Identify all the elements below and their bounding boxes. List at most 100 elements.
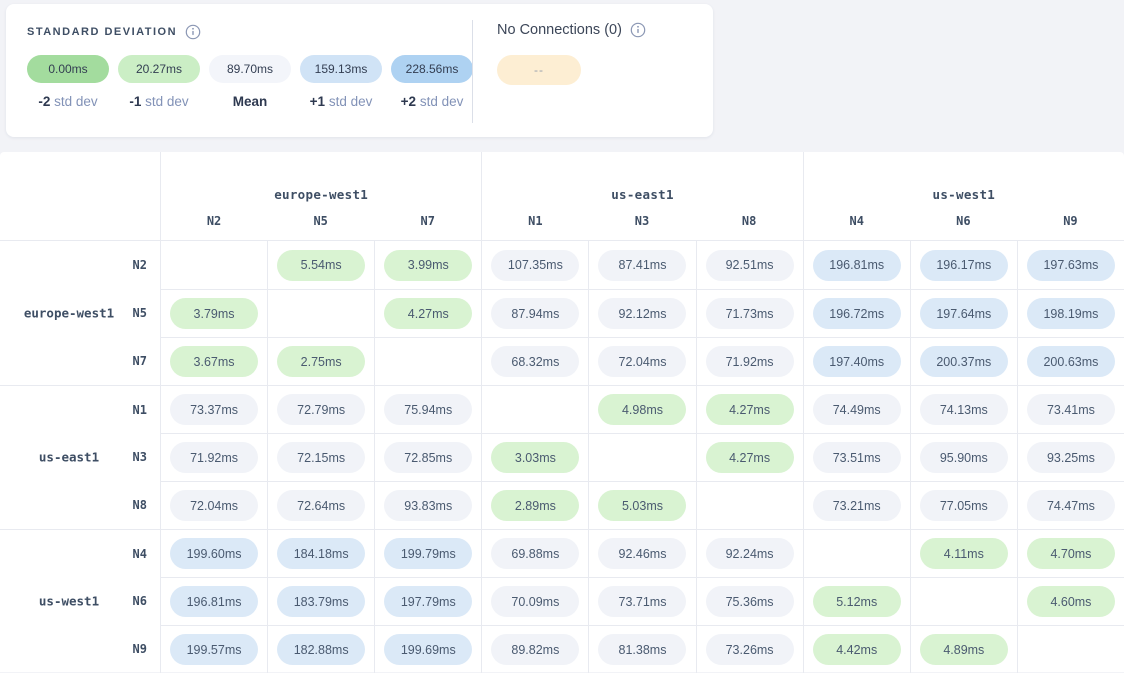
latency-pill[interactable]: 73.21ms <box>813 490 901 521</box>
latency-pill[interactable]: 72.85ms <box>384 442 472 473</box>
std-dev-label-bold: -2 <box>38 94 50 109</box>
latency-pill[interactable]: 89.82ms <box>491 634 579 665</box>
latency-pill[interactable]: 197.40ms <box>813 346 901 377</box>
latency-pill[interactable]: 74.13ms <box>920 394 1008 425</box>
latency-pill[interactable]: 4.27ms <box>706 394 794 425</box>
std-dev-pill-label: -2 std dev <box>38 94 97 109</box>
latency-pill[interactable]: 196.81ms <box>170 586 258 617</box>
latency-pill[interactable]: 200.63ms <box>1027 346 1115 377</box>
latency-pill[interactable]: 107.35ms <box>491 250 579 281</box>
latency-pill[interactable]: 92.46ms <box>598 538 686 569</box>
self-latency-cell <box>267 289 374 337</box>
latency-pill[interactable]: 2.89ms <box>491 490 579 521</box>
latency-cell: 93.83ms <box>374 481 481 529</box>
latency-pill[interactable]: 3.67ms <box>170 346 258 377</box>
latency-cell: 196.17ms <box>910 241 1017 289</box>
latency-pill[interactable]: 200.37ms <box>920 346 1008 377</box>
latency-pill[interactable]: 71.92ms <box>706 346 794 377</box>
column-node-header: N9 <box>1017 204 1124 240</box>
latency-pill[interactable]: 92.51ms <box>706 250 794 281</box>
row-node-label: N6 <box>133 594 147 608</box>
latency-cell: 4.42ms <box>803 625 910 673</box>
latency-pill[interactable]: 68.32ms <box>491 346 579 377</box>
latency-cell: 93.25ms <box>1017 433 1124 481</box>
latency-pill[interactable]: 75.36ms <box>706 586 794 617</box>
info-icon[interactable] <box>185 24 201 40</box>
latency-pill[interactable]: 196.17ms <box>920 250 1008 281</box>
latency-pill[interactable]: 74.47ms <box>1027 490 1115 521</box>
latency-pill[interactable]: 197.64ms <box>920 298 1008 329</box>
latency-pill[interactable]: 77.05ms <box>920 490 1008 521</box>
latency-cell: 92.24ms <box>696 529 803 577</box>
latency-pill[interactable]: 4.70ms <box>1027 538 1115 569</box>
latency-cell: 5.54ms <box>267 241 374 289</box>
latency-pill[interactable]: 87.41ms <box>598 250 686 281</box>
latency-pill[interactable]: 72.15ms <box>277 442 365 473</box>
latency-pill[interactable]: 4.42ms <box>813 634 901 665</box>
latency-pill[interactable]: 5.03ms <box>598 490 686 521</box>
latency-pill[interactable]: 196.81ms <box>813 250 901 281</box>
latency-pill[interactable]: 199.69ms <box>384 634 472 665</box>
latency-cell: 199.57ms <box>160 625 267 673</box>
latency-pill[interactable]: 72.64ms <box>277 490 365 521</box>
latency-pill[interactable]: 72.04ms <box>598 346 686 377</box>
latency-pill[interactable]: 71.92ms <box>170 442 258 473</box>
latency-pill[interactable]: 73.26ms <box>706 634 794 665</box>
no-connections-pill: -- <box>497 55 581 85</box>
latency-pill[interactable]: 92.12ms <box>598 298 686 329</box>
row-header-cell: N1 <box>0 385 160 433</box>
latency-pill[interactable]: 5.54ms <box>277 250 365 281</box>
latency-matrix: europe-west1N2N5N7us-east1N1N3N8us-west1… <box>0 152 1124 672</box>
latency-pill[interactable]: 197.63ms <box>1027 250 1115 281</box>
latency-pill[interactable]: 87.94ms <box>491 298 579 329</box>
latency-pill[interactable]: 2.75ms <box>277 346 365 377</box>
latency-pill[interactable]: 73.41ms <box>1027 394 1115 425</box>
latency-pill[interactable]: 199.57ms <box>170 634 258 665</box>
std-dev-legend-item: 20.27ms-1 std dev <box>118 55 200 109</box>
latency-pill[interactable]: 73.51ms <box>813 442 901 473</box>
latency-pill[interactable]: 69.88ms <box>491 538 579 569</box>
latency-pill[interactable]: 197.79ms <box>384 586 472 617</box>
latency-pill[interactable]: 93.83ms <box>384 490 472 521</box>
latency-pill[interactable]: 92.24ms <box>706 538 794 569</box>
latency-cell: 200.37ms <box>910 337 1017 385</box>
latency-pill[interactable]: 4.11ms <box>920 538 1008 569</box>
latency-pill[interactable]: 184.18ms <box>277 538 365 569</box>
latency-pill[interactable]: 4.89ms <box>920 634 1008 665</box>
latency-pill[interactable]: 73.71ms <box>598 586 686 617</box>
latency-pill[interactable]: 75.94ms <box>384 394 472 425</box>
latency-cell: 183.79ms <box>267 577 374 625</box>
latency-cell: 196.81ms <box>160 577 267 625</box>
latency-pill[interactable]: 81.38ms <box>598 634 686 665</box>
matrix-row: us-east1N371.92ms72.15ms72.85ms3.03ms4.2… <box>0 433 1124 481</box>
latency-pill[interactable]: 183.79ms <box>277 586 365 617</box>
latency-pill[interactable]: 72.04ms <box>170 490 258 521</box>
latency-pill[interactable]: 199.79ms <box>384 538 472 569</box>
latency-cell: 75.36ms <box>696 577 803 625</box>
info-icon[interactable] <box>630 22 646 38</box>
latency-pill[interactable]: 198.19ms <box>1027 298 1115 329</box>
latency-pill[interactable]: 4.27ms <box>384 298 472 329</box>
latency-pill[interactable]: 196.72ms <box>813 298 901 329</box>
latency-pill[interactable]: 3.03ms <box>491 442 579 473</box>
latency-pill[interactable]: 182.88ms <box>277 634 365 665</box>
std-dev-pill: 20.27ms <box>118 55 200 83</box>
latency-pill[interactable]: 3.99ms <box>384 250 472 281</box>
row-node-label: N8 <box>133 498 147 512</box>
latency-pill[interactable]: 74.49ms <box>813 394 901 425</box>
latency-cell: 68.32ms <box>481 337 588 385</box>
latency-pill[interactable]: 72.79ms <box>277 394 365 425</box>
latency-pill[interactable]: 199.60ms <box>170 538 258 569</box>
latency-pill[interactable]: 71.73ms <box>706 298 794 329</box>
latency-pill[interactable]: 70.09ms <box>491 586 579 617</box>
latency-pill[interactable]: 95.90ms <box>920 442 1008 473</box>
latency-pill[interactable]: 93.25ms <box>1027 442 1115 473</box>
legend-card: STANDARD DEVIATION 0.00ms-2 std dev20.27… <box>6 4 713 137</box>
matrix-row: N9199.57ms182.88ms199.69ms89.82ms81.38ms… <box>0 625 1124 673</box>
latency-pill[interactable]: 4.60ms <box>1027 586 1115 617</box>
latency-pill[interactable]: 5.12ms <box>813 586 901 617</box>
latency-pill[interactable]: 4.27ms <box>706 442 794 473</box>
latency-pill[interactable]: 4.98ms <box>598 394 686 425</box>
latency-pill[interactable]: 3.79ms <box>170 298 258 329</box>
latency-pill[interactable]: 73.37ms <box>170 394 258 425</box>
